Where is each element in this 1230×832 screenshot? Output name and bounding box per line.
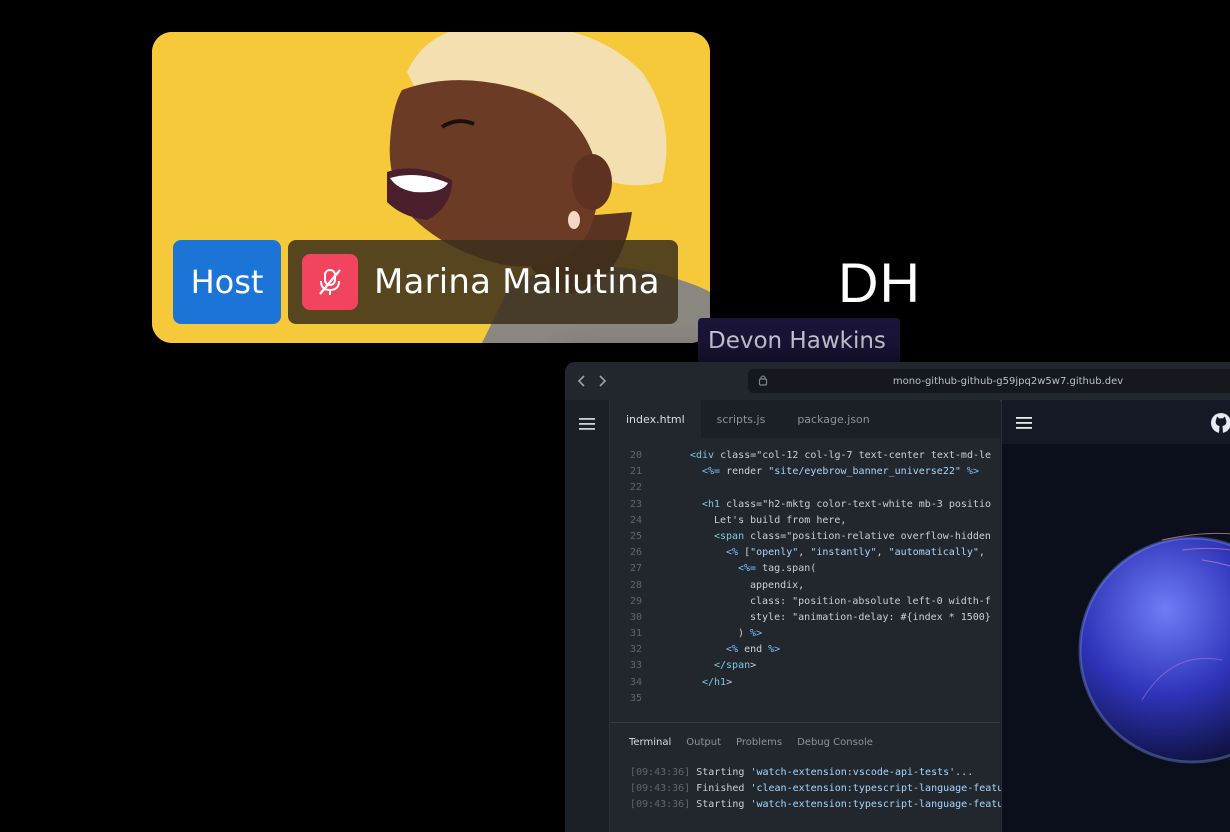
code-line: 32 <% end %> — [610, 642, 1000, 658]
forward-arrow-icon[interactable] — [597, 372, 607, 391]
preview-toolbar — [1002, 400, 1230, 444]
terminal-task: 'clean-extension:typescript-language-fea… — [750, 783, 1004, 794]
code-line: 35 — [610, 691, 1000, 707]
terminal-line: [09:43:36] Starting 'watch-extension:vsc… — [630, 765, 1003, 781]
code-line: 24 Let's build from here, — [610, 513, 1000, 529]
code-text: <h1 class="h2-mktg color-text-white mb-3… — [702, 498, 991, 510]
code-line: 30 style: "animation-delay: #{index * 150… — [610, 610, 1000, 626]
terminal-timestamp: [09:43:36] — [630, 799, 691, 810]
code-text: </h1> — [702, 676, 733, 688]
code-line: 33 </span> — [610, 658, 1000, 674]
terminal-timestamp: [09:43:36] — [630, 783, 691, 794]
address-bar[interactable]: mono-github-github-g59jpq2w5w7.github.de… — [748, 369, 1230, 393]
line-number: 25 — [629, 530, 642, 542]
github-icon[interactable] — [1210, 412, 1230, 438]
terminal-line: [09:43:36] Finished 'clean-extension:typ… — [630, 781, 1003, 797]
code-text: <%= tag.span( — [738, 563, 817, 575]
code-line: 22 — [610, 480, 1000, 496]
code-area[interactable]: 20 <div class="col-12 col-lg-7 text-cente… — [610, 438, 1000, 722]
code-text: style: "animation-delay: #{index * 1500} — [750, 611, 991, 623]
microphone-muted-icon[interactable] — [302, 254, 358, 310]
tab-scripts-js[interactable]: scripts.js — [701, 400, 782, 438]
terminal-timestamp: [09:43:36] — [630, 767, 691, 778]
terminal-verb: Starting — [696, 767, 745, 778]
line-number: 30 — [629, 611, 642, 623]
tab-debug-console[interactable]: Debug Console — [797, 737, 873, 748]
nav-arrows — [577, 372, 607, 391]
tab-problems[interactable]: Problems — [736, 737, 782, 748]
participant-name-label: Devon Hawkins — [698, 318, 900, 364]
code-text: </span> — [714, 660, 757, 672]
tab-index-html[interactable]: index.html — [610, 400, 701, 438]
terminal-line: [09:43:36] Starting 'watch-extension:typ… — [630, 797, 1003, 813]
participant-name: Marina Maliutina — [374, 262, 660, 302]
code-text: <% end %> — [726, 644, 781, 656]
code-line: 29 class: "position-absolute left-0 width… — [610, 594, 1000, 610]
code-line: 23 <h1 class="h2-mktg color-text-white mb… — [610, 497, 1000, 513]
line-number: 22 — [629, 482, 642, 494]
preview-pane — [1001, 400, 1230, 832]
line-number: 24 — [629, 514, 642, 526]
line-number: 23 — [629, 498, 642, 510]
terminal-verb: Finished — [696, 783, 745, 794]
terminal-task: 'watch-extension:vscode-api-tests' — [750, 767, 956, 778]
editor-tabs: index.html scripts.js package.json — [610, 400, 1000, 438]
code-line: 31 ) %> — [610, 626, 1000, 642]
terminal-rest: ... — [955, 767, 974, 778]
line-number: 31 — [629, 628, 642, 640]
code-text: appendix, — [750, 579, 805, 591]
host-video-tile[interactable]: Host Marina Maliutina — [152, 32, 710, 343]
back-arrow-icon[interactable] — [577, 372, 587, 391]
code-line: 34 </h1> — [610, 675, 1000, 691]
browser-toolbar: mono-github-github-g59jpq2w5w7.github.de… — [565, 362, 1230, 401]
tab-package-json[interactable]: package.json — [781, 400, 885, 438]
terminal-output[interactable]: [09:43:36] Starting 'watch-extension:vsc… — [630, 765, 1003, 813]
line-number: 33 — [629, 660, 642, 672]
panel-tabs: Terminal Output Problems Debug Console — [610, 723, 1000, 748]
line-number: 32 — [629, 644, 642, 656]
activity-bar — [565, 400, 610, 832]
line-number: 20 — [629, 450, 642, 461]
line-number: 26 — [629, 547, 642, 559]
code-text: <span class="position-relative overflow-… — [714, 530, 991, 542]
code-text: <% ["openly", "instantly", "automaticall… — [726, 547, 985, 559]
line-number: 29 — [629, 595, 642, 607]
lock-icon — [758, 374, 768, 389]
participant-name-badge: Marina Maliutina — [288, 240, 678, 324]
code-text: <%= render "site/eyebrow_banner_universe… — [702, 466, 979, 478]
code-line: 27 <%= tag.span( — [610, 561, 1000, 577]
code-text: Let's build from here, — [714, 514, 847, 526]
url-text: mono-github-github-g59jpq2w5w7.github.de… — [892, 375, 1124, 387]
code-text: class: "position-absolute left-0 width-f — [750, 595, 991, 607]
line-number: 21 — [629, 466, 642, 478]
line-number: 35 — [629, 692, 642, 704]
code-line: 28 appendix, — [610, 578, 1000, 594]
line-number: 27 — [629, 563, 642, 575]
line-number: 28 — [629, 579, 642, 591]
bottom-panel: Terminal Output Problems Debug Console [… — [610, 722, 1003, 832]
code-text: <div class="col-12 col-lg-7 text-center … — [690, 450, 992, 461]
host-badges: Host Marina Maliutina — [173, 240, 678, 324]
terminal-verb: Starting — [696, 799, 745, 810]
participant-initials: DH — [838, 251, 921, 314]
menu-icon[interactable] — [579, 416, 595, 435]
menu-icon[interactable] — [1016, 415, 1032, 434]
tab-terminal[interactable]: Terminal — [629, 737, 671, 748]
code-editor-window: mono-github-github-g59jpq2w5w7.github.de… — [565, 362, 1230, 832]
code-line: 26 <% ["openly", "instantly", "automatica… — [610, 545, 1000, 561]
terminal-task: 'watch-extension:typescript-language-fea… — [750, 799, 1004, 810]
line-number: 34 — [629, 676, 642, 688]
code-text: ) %> — [738, 628, 763, 640]
globe-image — [1078, 532, 1230, 764]
code-line: 21 <%= render "site/eyebrow_banner_univer… — [610, 464, 1000, 480]
host-badge: Host — [173, 240, 281, 324]
code-line: 25 <span class="position-relative overflo… — [610, 529, 1000, 545]
code-line: 20 <div class="col-12 col-lg-7 text-cente… — [610, 448, 1000, 464]
tab-output[interactable]: Output — [686, 737, 721, 748]
